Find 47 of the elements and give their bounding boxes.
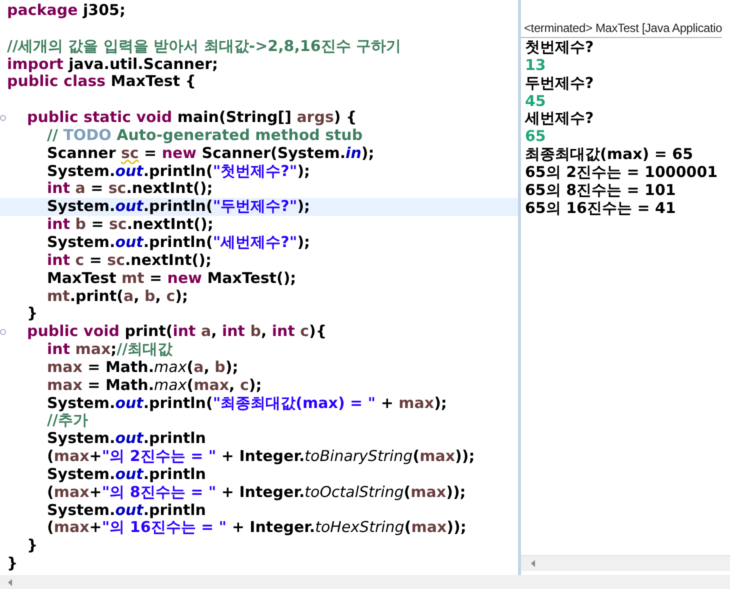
- code-line: (max+"의 2진수는 = " + Integer.toBinaryString(max));: [46, 448, 475, 466]
- code-line: package j305;: [7, 2, 126, 20]
- console-output-text: 최종최대값(max) = 65: [525, 146, 694, 164]
- code-line: System.out.println("최종최대값(max) = " + max);: [46, 394, 447, 412]
- horizontal-scrollbar[interactable]: [521, 555, 730, 571]
- code-line: //세개의 값을 입력을 받아서 최대값->2,8,16진수 구하기: [7, 38, 402, 56]
- scroll-left-icon[interactable]: [531, 560, 536, 567]
- code-line: Scanner sc = new Scanner(System.in);: [46, 144, 374, 163]
- code-line: import java.util.Scanner;: [7, 56, 218, 74]
- code-line: System.out.println("두번제수?");: [46, 198, 310, 216]
- console-output-text: 65의 16진수는 = 41: [525, 200, 676, 218]
- code-line: System.out.println: [46, 466, 206, 484]
- code-line: mt.print(a, b, c);: [46, 288, 188, 306]
- console-input-text: 65: [525, 128, 546, 146]
- code-line: public void print(int a, int b, int c){: [26, 323, 327, 342]
- code-line: max = Math.max(max, c);: [46, 376, 262, 395]
- code-line: (max+"의 16진수는 = " + Integer.toHexString(max));: [46, 519, 466, 538]
- console-input-text: 45: [525, 92, 546, 110]
- code-line: max = Math.max(a, b);: [46, 358, 238, 377]
- code-line: System.out.println("첫번제수?");: [46, 162, 310, 180]
- code-line: public static void main(String[] args) {: [26, 109, 357, 127]
- console-output-text: 두번제수?: [525, 74, 594, 93]
- console-output-text: 첫번제수?: [525, 39, 594, 57]
- code-line: MaxTest mt = new MaxTest();: [46, 270, 296, 288]
- horizontal-scrollbar[interactable]: [0, 575, 730, 589]
- code-line: }: [26, 537, 38, 556]
- console-input-text: 13: [525, 56, 546, 75]
- code-line: // TODO Auto-generated method stub: [46, 126, 363, 145]
- console-output-text: 65의 2진수는 = 1000001: [525, 164, 718, 182]
- code-line: }: [26, 305, 38, 324]
- scroll-left-icon[interactable]: [8, 578, 13, 586]
- fold-marker-icon[interactable]: [0, 329, 6, 336]
- code-line: public class MaxTest {: [7, 73, 196, 92]
- console-output-text: 65의 8진수는 = 101: [525, 182, 676, 200]
- code-line: int max;//최대값: [46, 341, 173, 359]
- code-line: int a = sc.nextInt();: [46, 180, 213, 198]
- code-line: System.out.println: [46, 502, 206, 520]
- console-header: <terminated> MaxTest [Java Applicatio: [521, 19, 722, 38]
- fold-marker-icon[interactable]: [0, 115, 6, 122]
- code-line: System.out.println("세번제수?");: [46, 234, 310, 252]
- code-line: int b = sc.nextInt();: [46, 216, 214, 234]
- code-line: int c = sc.nextInt();: [46, 252, 212, 270]
- code-line: }: [7, 555, 18, 573]
- console-output-text: 세번제수?: [525, 110, 594, 128]
- code-line: //추가: [46, 412, 88, 430]
- code-line: System.out.println: [46, 430, 206, 448]
- code-line: (max+"의 8진수는 = " + Integer.toOctalString(max));: [46, 484, 466, 502]
